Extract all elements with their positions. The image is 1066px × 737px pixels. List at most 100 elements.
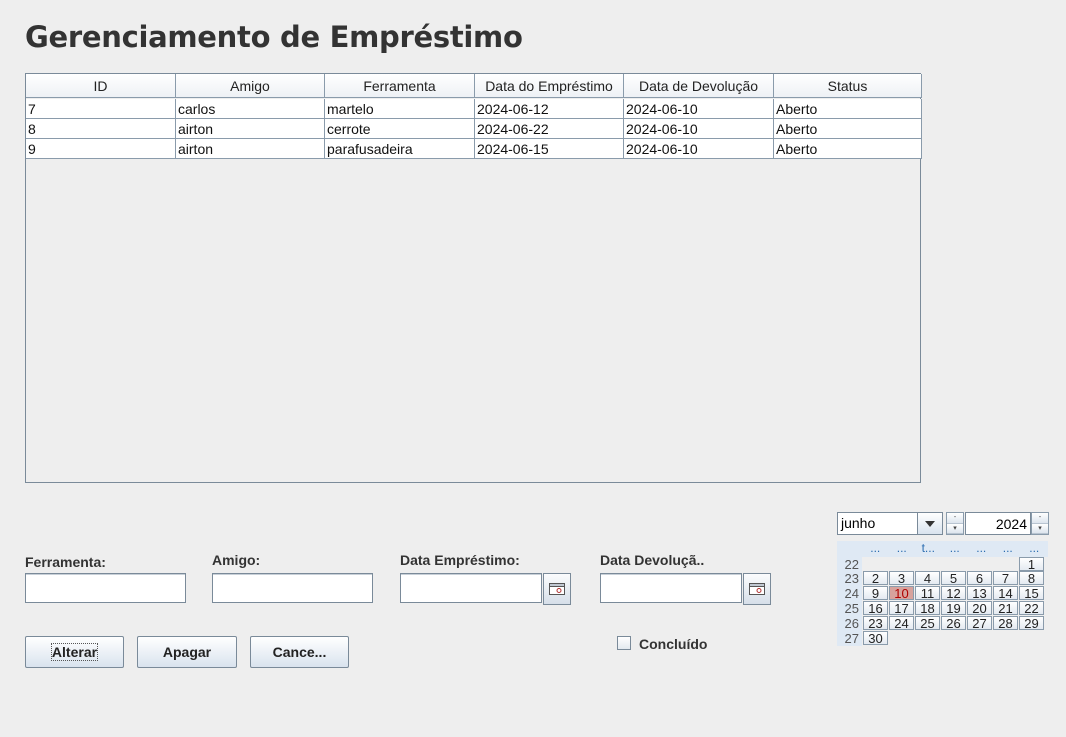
calendar-day[interactable]: 11 xyxy=(915,586,940,600)
concluido-label: Concluído xyxy=(639,636,708,652)
weekday-label: ... xyxy=(896,541,907,555)
ferramenta-field[interactable] xyxy=(25,573,186,603)
cell-ferramenta[interactable]: cerrote xyxy=(325,119,475,139)
calendar-day[interactable]: 7 xyxy=(993,571,1018,585)
data-emprestimo-field[interactable] xyxy=(400,573,542,603)
calendar-day[interactable]: 13 xyxy=(967,586,992,600)
calendar-day[interactable]: 17 xyxy=(889,601,914,615)
calendar-day[interactable]: 22 xyxy=(1019,601,1044,615)
week-number: 24 xyxy=(844,586,859,601)
cell-amigo[interactable]: airton xyxy=(176,119,325,139)
calendar-day[interactable]: 26 xyxy=(941,616,966,630)
cell-id[interactable]: 9 xyxy=(26,139,176,159)
arrow-up-icon[interactable]: - xyxy=(1032,513,1048,524)
data-devolucao-picker-button[interactable] xyxy=(743,573,771,605)
calendar-day[interactable]: 3 xyxy=(889,571,914,585)
weekday-label: ... xyxy=(1002,541,1013,555)
calendar-day[interactable]: 25 xyxy=(915,616,940,630)
calendar-day[interactable]: 10 xyxy=(889,586,914,600)
apagar-button[interactable]: Apagar xyxy=(137,636,237,668)
weekday-label: ... xyxy=(949,541,960,555)
week-number: 25 xyxy=(844,601,859,616)
cell-data-emprestimo[interactable]: 2024-06-12 xyxy=(475,99,624,119)
column-header-data-devolucao[interactable]: Data de Devolução xyxy=(624,74,774,98)
calendar-day[interactable]: 29 xyxy=(1019,616,1044,630)
month-spinner[interactable]: - ▾ xyxy=(946,512,964,535)
calendar-day[interactable]: 20 xyxy=(967,601,992,615)
weekday-label: ... xyxy=(1029,541,1040,555)
calendar-day[interactable]: 2 xyxy=(863,571,888,585)
calendar-day[interactable]: 1 xyxy=(1019,557,1044,571)
cell-status[interactable]: Aberto xyxy=(774,99,922,119)
cell-amigo[interactable]: airton xyxy=(176,139,325,159)
month-value: junho xyxy=(838,513,917,534)
calendar-day[interactable]: 8 xyxy=(1019,571,1044,585)
weekday-label: t... xyxy=(921,541,935,555)
calendar-day[interactable]: 4 xyxy=(915,571,940,585)
column-header-ferramenta[interactable]: Ferramenta xyxy=(325,74,475,98)
cell-id[interactable]: 8 xyxy=(26,119,176,139)
calendar-day[interactable]: 19 xyxy=(941,601,966,615)
calendar-day[interactable]: 28 xyxy=(993,616,1018,630)
arrow-down-icon[interactable]: ▾ xyxy=(1032,523,1048,534)
calendar-day[interactable]: 15 xyxy=(1019,586,1044,600)
cell-data-emprestimo[interactable]: 2024-06-22 xyxy=(475,119,624,139)
calendar-panel: ... ... t... ... ... ... ... 22 23 24 25 26 2… xyxy=(837,541,1048,646)
cell-data-devolucao[interactable]: 2024-06-10 xyxy=(624,119,774,139)
week-number: 27 xyxy=(844,631,859,646)
cell-data-devolucao[interactable]: 2024-06-10 xyxy=(624,139,774,159)
cell-amigo[interactable]: carlos xyxy=(176,99,325,119)
cell-ferramenta[interactable]: martelo xyxy=(325,99,475,119)
calendar-day[interactable]: 21 xyxy=(993,601,1018,615)
page-title: Gerenciamento de Empréstimo xyxy=(25,20,523,54)
year-field[interactable]: 2024 xyxy=(965,512,1031,535)
column-header-id[interactable]: ID xyxy=(26,74,176,98)
week-number: 23 xyxy=(844,571,859,586)
calendar-day[interactable]: 16 xyxy=(863,601,888,615)
week-number: 26 xyxy=(844,616,859,631)
weekday-label: ... xyxy=(976,541,987,555)
loans-table: ID Amigo Ferramenta Data do Empréstimo D… xyxy=(25,73,922,483)
table-row[interactable]: 7 carlos martelo 2024-06-12 2024-06-10 A… xyxy=(26,99,922,119)
cell-data-emprestimo[interactable]: 2024-06-15 xyxy=(475,139,624,159)
calendar-day[interactable]: 5 xyxy=(941,571,966,585)
calendar-day[interactable]: 6 xyxy=(967,571,992,585)
calendar-icon xyxy=(549,580,565,599)
calendar-icon xyxy=(749,580,765,599)
cell-ferramenta[interactable]: parafusadeira xyxy=(325,139,475,159)
table-header: ID Amigo Ferramenta Data do Empréstimo D… xyxy=(26,74,922,99)
cell-id[interactable]: 7 xyxy=(26,99,176,119)
calendar-day[interactable]: 14 xyxy=(993,586,1018,600)
column-header-amigo[interactable]: Amigo xyxy=(176,74,325,98)
calendar-day[interactable]: 27 xyxy=(967,616,992,630)
week-number: 22 xyxy=(844,557,859,572)
calendar-day[interactable]: 12 xyxy=(941,586,966,600)
alterar-button[interactable]: Alterar xyxy=(25,636,124,668)
weekday-label: ... xyxy=(870,541,881,555)
cell-data-devolucao[interactable]: 2024-06-10 xyxy=(624,99,774,119)
data-emprestimo-picker-button[interactable] xyxy=(543,573,571,605)
table-row[interactable]: 9 airton parafusadeira 2024-06-15 2024-0… xyxy=(26,139,922,159)
alterar-label: Alterar xyxy=(50,643,99,661)
concluido-checkbox[interactable] xyxy=(617,636,631,650)
cell-status[interactable]: Aberto xyxy=(774,139,922,159)
cell-status[interactable]: Aberto xyxy=(774,119,922,139)
calendar-day[interactable]: 18 xyxy=(915,601,940,615)
cancelar-button[interactable]: Cance... xyxy=(250,636,349,668)
column-header-status[interactable]: Status xyxy=(774,74,922,98)
arrow-up-icon[interactable]: - xyxy=(947,513,963,524)
data-devolucao-field[interactable] xyxy=(600,573,742,603)
calendar-day[interactable]: 30 xyxy=(863,631,888,645)
calendar-day[interactable]: 9 xyxy=(863,586,888,600)
amigo-label: Amigo: xyxy=(212,552,261,568)
calendar-day[interactable]: 24 xyxy=(889,616,914,630)
column-header-data-emprestimo[interactable]: Data do Empréstimo xyxy=(475,74,624,98)
weekday-header: ... ... t... ... ... ... ... xyxy=(862,541,1048,557)
arrow-down-icon[interactable]: ▾ xyxy=(947,523,963,534)
amigo-field[interactable] xyxy=(212,573,373,603)
year-spinner[interactable]: - ▾ xyxy=(1031,512,1049,535)
month-combobox[interactable]: junho xyxy=(837,512,943,535)
chevron-down-icon[interactable] xyxy=(917,513,942,534)
calendar-day[interactable]: 23 xyxy=(863,616,888,630)
table-row[interactable]: 8 airton cerrote 2024-06-22 2024-06-10 A… xyxy=(26,119,922,139)
